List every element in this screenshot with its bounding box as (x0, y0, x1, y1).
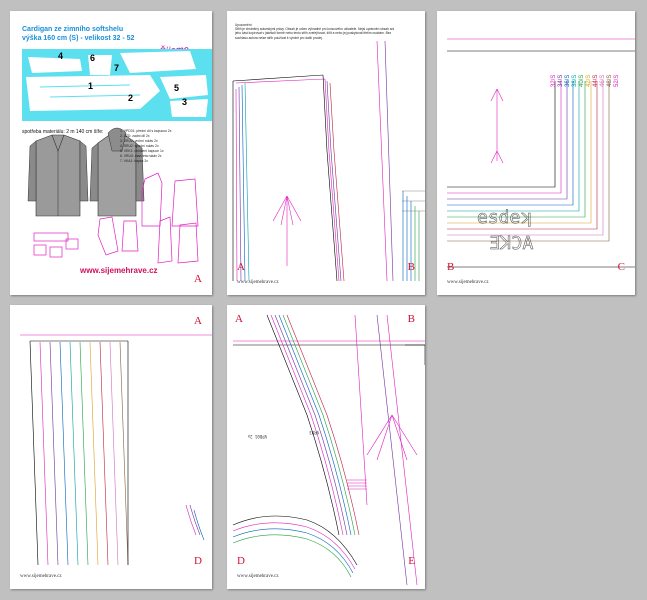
svg-text:VRU3: VRU3 (309, 430, 319, 435)
corner-mark-a: A (194, 273, 202, 285)
size-label: 36/S (565, 74, 571, 87)
part-item: 7. VKA1: kapsa 2x (120, 159, 148, 163)
layout-number-4: 4 (58, 51, 64, 61)
page-footer: www.sijemehrave.cz (237, 280, 279, 285)
size-label: 52/S (614, 74, 620, 87)
page-4-drawing (20, 334, 212, 566)
corner-mark-a: A (237, 261, 245, 273)
corner-mark-b: B (407, 261, 415, 273)
corner-mark-b: B (407, 313, 415, 325)
parts-list: 1. VPD01: přední díl s kapucou 2x 2. ZZD… (120, 129, 171, 164)
page-1-drawing (22, 49, 212, 264)
corner-mark-c: C (617, 261, 625, 273)
size-label: 42/S (586, 74, 592, 87)
page-5: VPD01 2x VRU3 A B D E www.sijemehrave.cz (227, 305, 425, 589)
layout-number-6: 6 (90, 53, 96, 63)
layout-number-3: 3 (182, 97, 188, 107)
coat-front-drawing (27, 134, 89, 217)
corner-mark-d: D (237, 555, 245, 567)
corner-mark-a: A (235, 313, 243, 325)
corner-mark-a: A (194, 315, 202, 327)
page-5-drawing: VPD01 2x VRU3 (232, 314, 425, 586)
page-3-drawing: esdeʞ ƎꓘƆA (447, 38, 635, 268)
svg-text:VPD01 2x: VPD01 2x (247, 434, 267, 439)
page-footer: www.sijemehrave.cz (20, 574, 62, 579)
material-consumption: spotřeba materiálu: 2 m 140 cm šíře: (22, 129, 104, 135)
size-label: 32/S (551, 74, 557, 87)
page-4: A D www.sijemehrave.cz (10, 305, 212, 589)
page-1: Cardigan ze zimního softshelu výška 160 … (10, 11, 212, 295)
svg-text:ƎꓘƆA: ƎꓘƆA (489, 233, 533, 254)
size-label: 44/S (593, 74, 599, 87)
page-2: Upozornění: Střih je chráněný autorskými… (227, 11, 425, 295)
corner-mark-b: B (447, 261, 455, 273)
website-url[interactable]: www.sijemehrave.cz (80, 266, 158, 275)
page-3: esdeʞ ƎꓘƆA 32/S 34/S 36/S 38/S 40/S 42/S… (437, 11, 635, 295)
svg-text:esdeʞ: esdeʞ (477, 207, 531, 228)
corner-mark-d: D (194, 555, 202, 567)
size-label: 34/S (558, 74, 564, 87)
layout-number-5: 5 (174, 83, 180, 93)
corner-mark-e: E (408, 555, 415, 567)
size-label: 48/S (607, 74, 613, 87)
size-label: 46/S (600, 74, 606, 87)
page-2-drawing (232, 40, 425, 282)
layout-number-1: 1 (88, 81, 94, 91)
layout-number-7: 7 (114, 63, 120, 73)
layout-number-2: 2 (128, 93, 134, 103)
size-label: 38/S (572, 74, 578, 87)
page-footer: www.sijemehrave.cz (237, 574, 279, 579)
page-footer: www.sijemehrave.cz (447, 280, 489, 285)
size-label: 40/S (579, 74, 585, 87)
